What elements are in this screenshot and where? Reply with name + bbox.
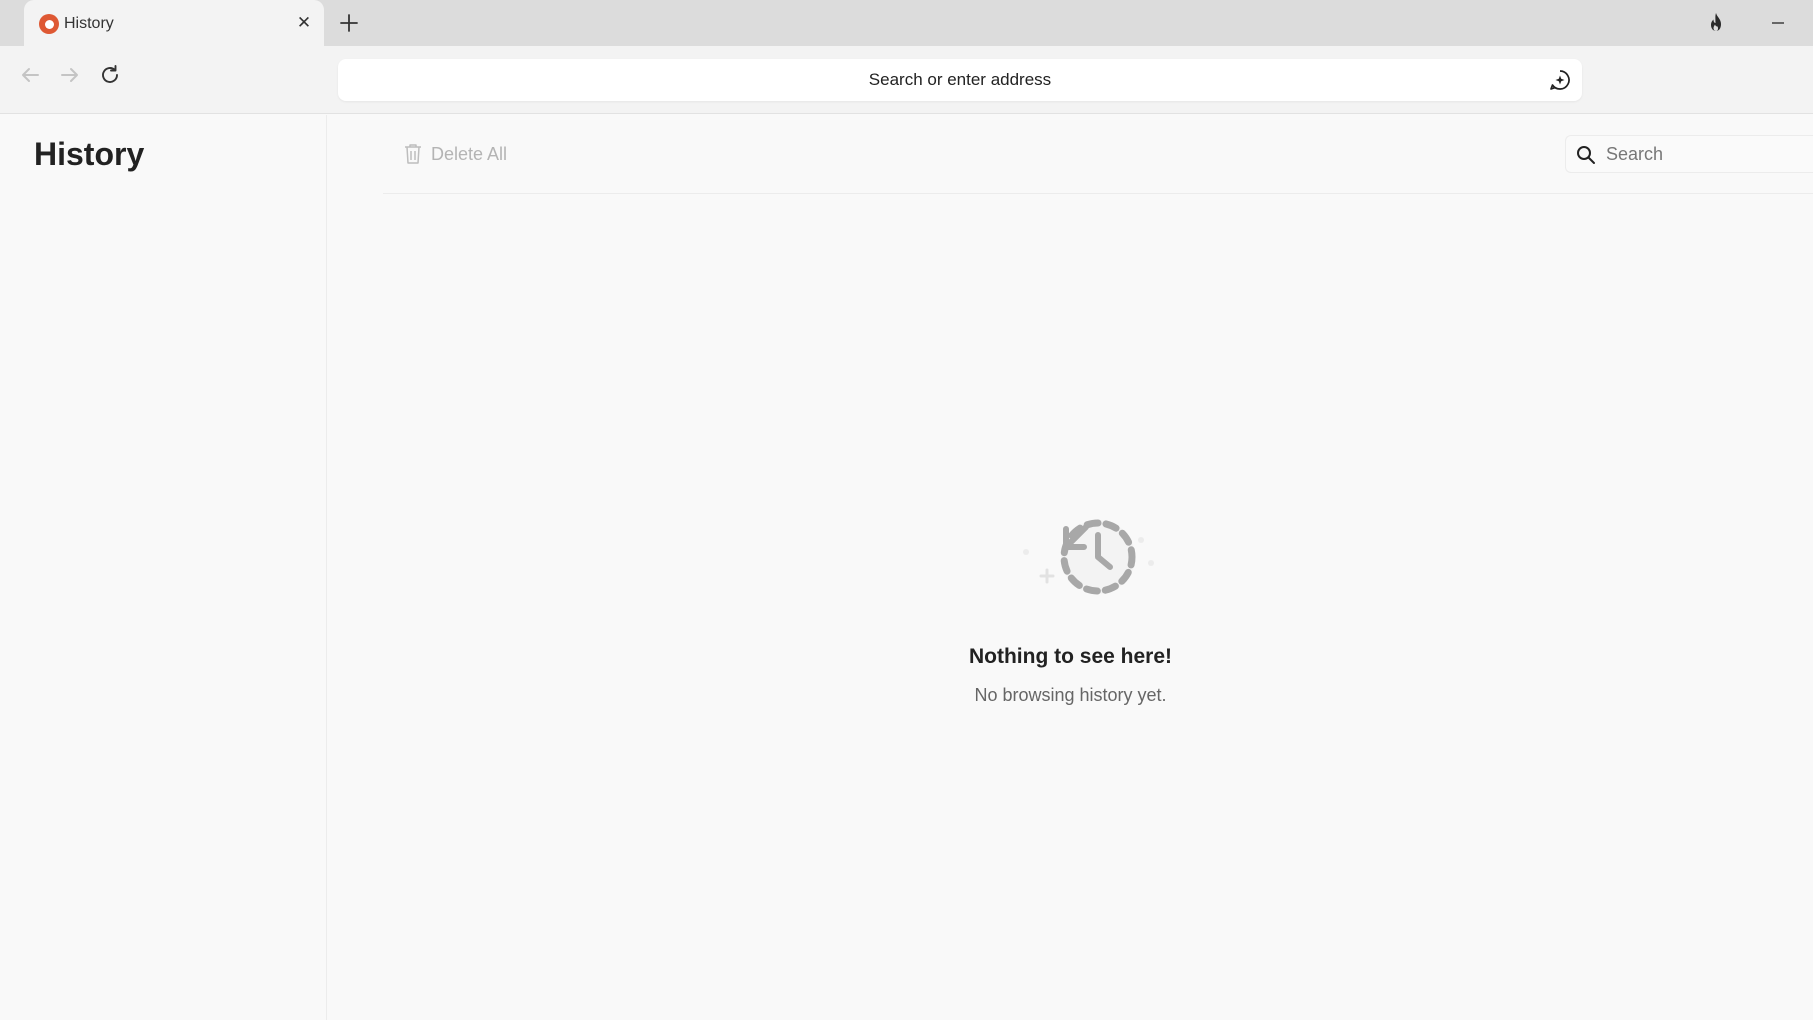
- ai-chat-icon: [1550, 70, 1570, 90]
- empty-state-subtitle: No browsing history yet.: [974, 685, 1167, 705]
- empty-state: Nothing to see here! No browsing history…: [328, 115, 1813, 1020]
- forward-button[interactable]: [55, 60, 85, 90]
- delete-all-button[interactable]: Delete All: [403, 141, 507, 167]
- address-bar[interactable]: [338, 59, 1582, 101]
- tab-history[interactable]: History ✕: [24, 0, 324, 48]
- back-button[interactable]: [15, 60, 45, 90]
- fire-icon: [1711, 13, 1721, 31]
- search-icon: [1577, 146, 1595, 164]
- arrow-right-icon: [61, 68, 78, 82]
- minimize-button[interactable]: [1765, 10, 1791, 36]
- new-tab-button[interactable]: [336, 10, 362, 36]
- empty-state-title: Nothing to see here!: [968, 645, 1173, 668]
- navigation-toolbar: [0, 46, 1813, 114]
- reload-button[interactable]: [95, 60, 125, 90]
- reload-icon: [102, 65, 118, 83]
- tab-title: History: [64, 15, 114, 32]
- address-input[interactable]: [338, 59, 1582, 101]
- tab-close-button[interactable]: ✕: [294, 13, 314, 33]
- minimize-icon: [1772, 22, 1784, 24]
- history-search[interactable]: [1565, 135, 1813, 173]
- duckduckgo-logo-icon: [39, 14, 59, 34]
- plus-icon: [340, 14, 358, 32]
- arrow-left-icon: [22, 68, 39, 82]
- history-clock-icon: [1023, 519, 1154, 595]
- history-toolbar: Delete All: [383, 115, 1813, 194]
- history-main: Nothing to see here! No browsing history…: [328, 115, 1813, 1020]
- fire-button[interactable]: [1703, 10, 1729, 36]
- sidebar-title: History: [34, 136, 145, 172]
- delete-all-label: Delete All: [431, 143, 508, 164]
- sidebar: History: [0, 115, 327, 1020]
- search-input[interactable]: [1606, 136, 1806, 172]
- ai-chat-button[interactable]: [1548, 68, 1572, 92]
- tab-bar: History ✕: [0, 0, 1813, 48]
- trash-icon: [405, 144, 421, 164]
